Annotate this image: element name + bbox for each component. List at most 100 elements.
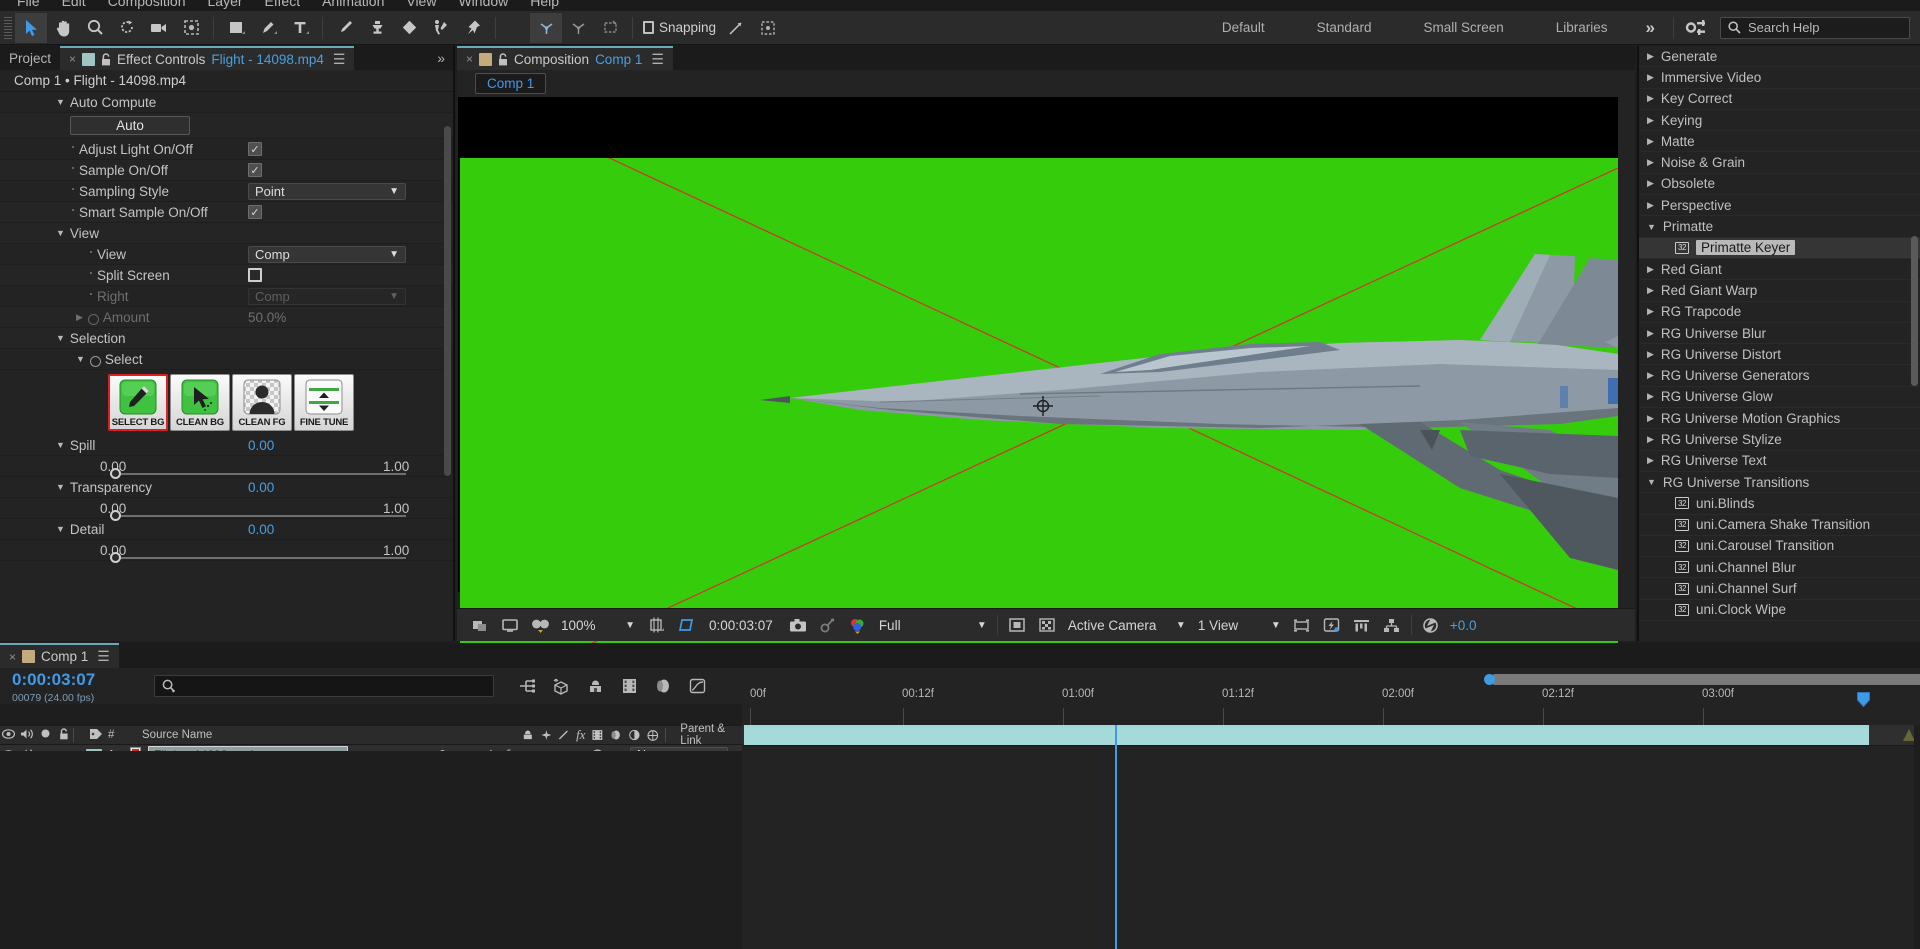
3d-glasses-icon[interactable] bbox=[525, 612, 555, 638]
property-row-sampling-style[interactable]: Sampling Style Point ▼ bbox=[0, 181, 453, 202]
composition-flowchart-icon[interactable] bbox=[1377, 612, 1407, 638]
chevron-right-icon[interactable]: ▶ bbox=[1647, 349, 1654, 360]
camera-select[interactable]: Active Camera ▼ bbox=[1061, 615, 1192, 635]
effects-scrollbar[interactable] bbox=[1911, 236, 1918, 386]
effect-item-uni-channel-surf[interactable]: 32 uni.Channel Surf bbox=[1639, 578, 1920, 600]
comp-name-button[interactable]: Comp 1 bbox=[475, 73, 547, 94]
world-axis-mode-button[interactable] bbox=[562, 13, 594, 43]
enable-motion-blur-icon[interactable] bbox=[646, 673, 680, 699]
property-row-smart-sample-on-off[interactable]: Smart Sample On/Off ✓ bbox=[0, 202, 453, 223]
primatte-button-fine-tune[interactable]: FINE TUNE bbox=[294, 374, 354, 431]
effects-group-noise-grain[interactable]: ▶ Noise & Grain bbox=[1639, 152, 1920, 174]
region-of-interest-icon[interactable] bbox=[1002, 612, 1032, 638]
effects-group-matte[interactable]: ▶ Matte bbox=[1639, 131, 1920, 153]
effects-group-key-correct[interactable]: ▶ Key Correct bbox=[1639, 89, 1920, 110]
group-view[interactable]: ▼ View bbox=[0, 223, 453, 244]
eraser-tool[interactable] bbox=[393, 13, 425, 43]
auto-button[interactable]: Auto bbox=[70, 116, 190, 135]
views-select[interactable]: 1 View ▼ bbox=[1191, 615, 1287, 635]
pan-behind-tool[interactable] bbox=[175, 13, 207, 43]
zoom-tool[interactable] bbox=[79, 13, 111, 43]
resolution-select[interactable]: Full ▼ bbox=[872, 615, 993, 635]
effects-group-rg-universe-stylize[interactable]: ▶ RG Universe Stylize bbox=[1639, 429, 1920, 451]
chevron-right-icon[interactable]: ▶ bbox=[1647, 391, 1654, 402]
close-icon[interactable]: × bbox=[69, 52, 76, 66]
timeline-ruler[interactable]: 00f 00:12f 01:00f 01:12f 02:00f 02:12f 03:00f bbox=[742, 668, 1920, 725]
timeline-current-time[interactable]: 0:00:03:07 bbox=[0, 671, 95, 688]
primatte-button-clean-bg[interactable]: CLEAN BG bbox=[170, 374, 230, 431]
property-checkbox[interactable] bbox=[248, 268, 262, 282]
hand-tool[interactable] bbox=[47, 13, 79, 43]
workspace-small-screen[interactable]: Small Screen bbox=[1397, 20, 1529, 35]
tab-project[interactable]: Project bbox=[0, 46, 61, 70]
pixel-aspect-correction-icon[interactable] bbox=[1287, 612, 1317, 638]
slider-track-spill[interactable]: 0.00 1.00 bbox=[0, 456, 453, 479]
menu-item-edit[interactable]: Edit bbox=[51, 0, 97, 11]
slider-rail[interactable] bbox=[110, 473, 406, 475]
property-checkbox[interactable]: ✓ bbox=[248, 142, 262, 156]
chevron-right-icon[interactable]: ▶ bbox=[1647, 51, 1654, 62]
menu-item-view[interactable]: View bbox=[395, 0, 447, 11]
exposure-icon[interactable] bbox=[1416, 612, 1446, 638]
graph-editor-icon[interactable] bbox=[680, 673, 714, 699]
take-snapshot-icon[interactable] bbox=[783, 612, 813, 638]
current-time-indicator[interactable] bbox=[1857, 692, 1870, 710]
selection-tool[interactable] bbox=[15, 12, 47, 43]
property-dropdown[interactable]: Point ▼ bbox=[248, 182, 406, 200]
timeline-search-input[interactable] bbox=[154, 675, 494, 697]
property-checkbox[interactable]: ✓ bbox=[248, 163, 262, 177]
effects-group-red-giant-warp[interactable]: ▶ Red Giant Warp bbox=[1639, 280, 1920, 302]
composition-viewport[interactable] bbox=[458, 97, 1618, 648]
always-preview-this-view-icon[interactable] bbox=[465, 612, 495, 638]
puppet-pin-tool[interactable] bbox=[457, 13, 489, 43]
property-row-view[interactable]: View Comp ▼ bbox=[0, 244, 453, 265]
chevron-right-icon[interactable]: ▶ bbox=[1647, 93, 1654, 104]
effects-group-perspective[interactable]: ▶ Perspective bbox=[1639, 195, 1920, 217]
menu-item-composition[interactable]: Composition bbox=[97, 0, 197, 11]
effects-list[interactable]: ▶ Generate ▶ Immersive Video ▶ Key Correct ▶ Ke… bbox=[1639, 46, 1920, 641]
effect-item-uni-channel-blur[interactable]: 32 uni.Channel Blur bbox=[1639, 557, 1920, 579]
menu-item-file[interactable]: File bbox=[6, 0, 51, 11]
slider-track-transparency[interactable]: 0.00 1.00 bbox=[0, 498, 453, 521]
effects-group-red-giant[interactable]: ▶ Red Giant bbox=[1639, 259, 1920, 281]
chevron-right-icon[interactable]: ▶ bbox=[1647, 413, 1654, 424]
chevron-right-icon[interactable]: ▶ bbox=[76, 312, 83, 323]
close-icon-timeline[interactable]: × bbox=[9, 650, 16, 664]
local-axis-mode-button[interactable] bbox=[530, 12, 562, 43]
composition-panel-menu-icon[interactable]: ☰ bbox=[651, 51, 664, 68]
slider-rail[interactable] bbox=[110, 515, 406, 517]
effects-group-rg-universe-motion-graphics[interactable]: ▶ RG Universe Motion Graphics bbox=[1639, 408, 1920, 430]
chevron-right-icon[interactable]: ▶ bbox=[1647, 434, 1654, 445]
property-value[interactable]: 50.0% bbox=[248, 310, 286, 325]
primatte-button-clean-fg[interactable]: CLEAN FG bbox=[232, 374, 292, 431]
slider-value[interactable]: 0.00 bbox=[248, 522, 274, 537]
effect-item-uni-camera-shake-transition[interactable]: 32 uni.Camera Shake Transition bbox=[1639, 515, 1920, 536]
snap-to-point-icon[interactable] bbox=[720, 13, 752, 43]
chevron-right-icon[interactable]: ▶ bbox=[1647, 306, 1654, 317]
view-axis-mode-button[interactable] bbox=[594, 13, 626, 43]
chevron-right-icon[interactable]: ▶ bbox=[1647, 370, 1654, 381]
timeline-panel-menu-icon[interactable]: ☰ bbox=[97, 648, 110, 665]
chevron-right-icon[interactable]: ▶ bbox=[1647, 200, 1654, 211]
tab-composition[interactable]: × Composition Comp 1 ☰ bbox=[457, 46, 673, 70]
property-row-split-screen[interactable]: Split Screen bbox=[0, 265, 453, 286]
workspace-standard[interactable]: Standard bbox=[1291, 20, 1398, 35]
timeline-graph-icon[interactable] bbox=[1347, 612, 1377, 638]
slider-track-detail[interactable]: 0.00 1.00 bbox=[0, 540, 453, 563]
effect-item-uni-blinds[interactable]: 32 uni.Blinds bbox=[1639, 493, 1920, 515]
slider-header-transparency[interactable]: ▼ Transparency 0.00 bbox=[0, 477, 453, 498]
property-dropdown[interactable]: Comp ▼ bbox=[248, 287, 406, 305]
show-channel-icon[interactable] bbox=[843, 612, 873, 638]
snapping-checkbox[interactable] bbox=[643, 21, 654, 34]
effects-group-rg-universe-blur[interactable]: ▶ RG Universe Blur bbox=[1639, 323, 1920, 345]
effects-group-immersive-video[interactable]: ▶ Immersive Video bbox=[1639, 67, 1920, 89]
viewer-zoom-select[interactable]: 100% ▼ bbox=[555, 615, 641, 635]
snap-to-bounds-icon[interactable] bbox=[752, 13, 784, 43]
effects-group-rg-universe-glow[interactable]: ▶ RG Universe Glow bbox=[1639, 387, 1920, 409]
toggle-transparency-grid-icon[interactable] bbox=[1032, 612, 1062, 638]
chevron-right-icon[interactable]: ▶ bbox=[1647, 157, 1654, 168]
shape-tool[interactable] bbox=[220, 13, 252, 43]
property-row-amount[interactable]: ▶ Amount 50.0% bbox=[0, 307, 453, 328]
clone-stamp-tool[interactable] bbox=[361, 13, 393, 43]
effects-group-rg-universe-generators[interactable]: ▶ RG Universe Generators bbox=[1639, 365, 1920, 387]
